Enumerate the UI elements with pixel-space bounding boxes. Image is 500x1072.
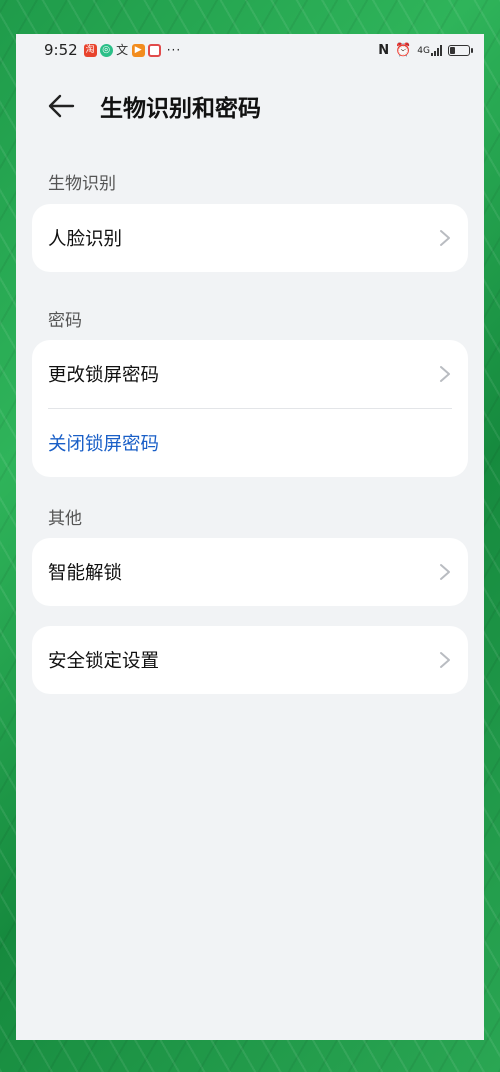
smart-unlock-item[interactable]: 智能解锁 [32, 538, 468, 606]
back-button[interactable] [46, 90, 78, 122]
section-label-other: 其他 [48, 509, 82, 529]
change-lock-password-label: 更改锁屏密码 [48, 365, 160, 386]
nfc-icon: N [378, 42, 390, 58]
signal-icon: 4G [417, 44, 442, 56]
security-lock-settings-item[interactable]: 安全锁定设置 [32, 626, 468, 694]
page-header: 生物识别和密码 [16, 84, 484, 128]
section-label-password: 密码 [48, 311, 82, 331]
status-time: 9:52 [44, 41, 78, 59]
section-label-biometrics: 生物识别 [48, 174, 116, 194]
chevron-right-icon [440, 564, 450, 580]
alarm-icon: ⏰ [395, 42, 412, 58]
status-bar: 9:52 淘 ◎ 文 ▶ ··· N ⏰ 4G [16, 34, 484, 66]
disable-lock-password-label: 关闭锁屏密码 [48, 434, 160, 455]
face-recognition-label: 人脸识别 [48, 229, 123, 250]
chevron-right-icon [440, 366, 450, 382]
battery-level [450, 46, 455, 54]
smart-unlock-label: 智能解锁 [48, 563, 123, 584]
card-biometrics: 人脸识别 [32, 204, 468, 272]
more-notifications-icon: ··· [166, 43, 182, 57]
card-security-lock: 安全锁定设置 [32, 626, 468, 694]
notification-icons: 淘 ◎ 文 ▶ ··· [83, 42, 182, 57]
chevron-right-icon [440, 230, 450, 246]
green-app-icon: ◎ [99, 43, 113, 57]
taobao-icon: 淘 [83, 43, 97, 57]
signal-bars [431, 44, 442, 56]
page-title: 生物识别和密码 [100, 96, 261, 122]
red-app-icon [147, 43, 161, 57]
chevron-right-icon [440, 652, 450, 668]
arrow-left-icon [48, 94, 75, 118]
battery-icon [448, 44, 473, 56]
translate-icon: 文 [116, 42, 129, 57]
status-indicators: N ⏰ 4G [378, 42, 473, 58]
network-type: 4G [417, 45, 430, 56]
card-smart-unlock: 智能解锁 [32, 538, 468, 606]
disable-lock-password-item[interactable]: 关闭锁屏密码 [32, 409, 468, 477]
card-password: 更改锁屏密码 关闭锁屏密码 [32, 340, 468, 477]
security-lock-settings-label: 安全锁定设置 [48, 651, 160, 672]
face-recognition-item[interactable]: 人脸识别 [32, 204, 468, 272]
change-lock-password-item[interactable]: 更改锁屏密码 [32, 340, 468, 408]
phone-screen: 9:52 淘 ◎ 文 ▶ ··· N ⏰ 4G 生物识别和密码 生物识别 人脸识… [16, 34, 484, 1040]
play-icon: ▶ [131, 43, 145, 57]
